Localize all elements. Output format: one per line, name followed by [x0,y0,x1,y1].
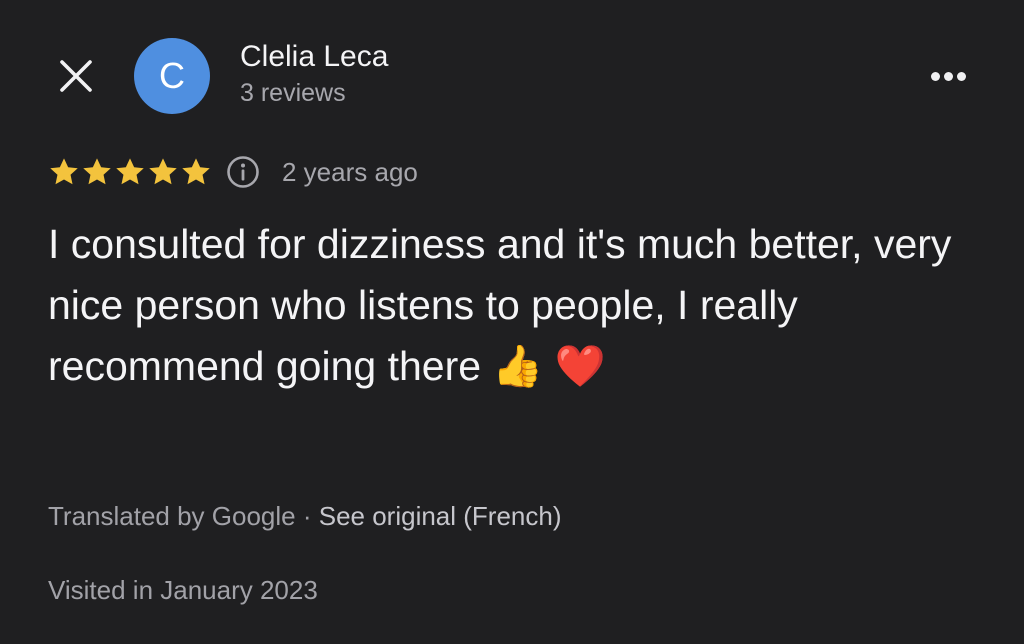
review-date: 2 years ago [282,156,418,187]
rating-row: 2 years ago [48,150,418,194]
see-original-link[interactable]: See original (French) [319,501,562,531]
translation-info: Translated by Google · See original (Fre… [48,498,562,534]
star-icon [83,158,111,185]
visited-date: Visited in January 2023 [48,575,318,605]
translation-separator: · [295,501,319,531]
more-dot [956,71,966,81]
translated-by-label: Translated by Google [48,501,296,531]
star-rating [48,156,212,188]
star-icon [149,158,177,185]
author-info: Clelia Leca 3 reviews [240,38,388,110]
close-button[interactable] [54,54,98,98]
author-review-count: 3 reviews [240,79,346,107]
star-icon [116,158,144,185]
info-icon[interactable] [226,155,260,189]
review-text: I consulted for dizziness and it's much … [48,221,952,389]
more-dot [943,71,953,81]
more-options-button[interactable] [918,56,978,96]
review-detail-page: C Clelia Leca 3 reviews 2 years ago I co… [0,0,1024,644]
avatar[interactable]: C [134,38,210,114]
author-name[interactable]: Clelia Leca [240,38,388,76]
more-horizontal-icon [930,71,940,81]
star-icon [182,158,210,185]
star-icon [50,158,78,185]
close-icon [60,60,92,92]
